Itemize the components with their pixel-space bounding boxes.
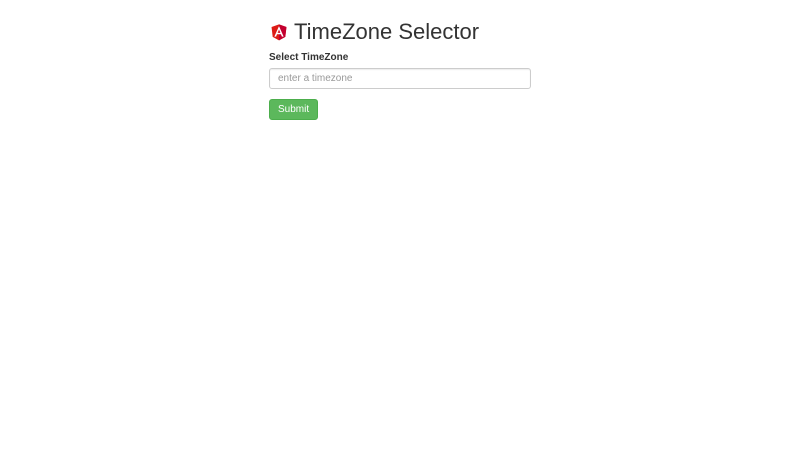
timezone-label: Select TimeZone <box>269 52 349 63</box>
angular-icon <box>271 24 287 41</box>
timezone-input[interactable] <box>269 68 531 89</box>
submit-button[interactable]: Submit <box>269 99 319 120</box>
app-container: TimeZone Selector Select TimeZone Submit <box>269 0 531 120</box>
page-title: TimeZone Selector <box>294 19 480 44</box>
page-header: TimeZone Selector <box>269 16 531 48</box>
